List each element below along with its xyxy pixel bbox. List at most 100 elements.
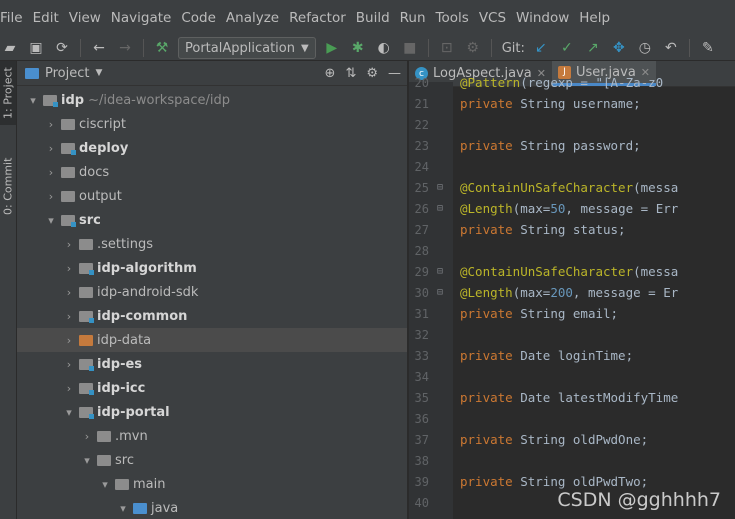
- menu-build[interactable]: Build: [351, 10, 395, 26]
- menu-file[interactable]: File: [0, 10, 28, 26]
- git-compare-icon[interactable]: ✥: [609, 38, 629, 58]
- menu-help[interactable]: Help: [574, 10, 615, 26]
- chevron-right-icon[interactable]: ›: [79, 430, 95, 443]
- rollback-icon[interactable]: ↶: [661, 38, 681, 58]
- menu-analyze[interactable]: Analyze: [221, 10, 284, 26]
- code-line[interactable]: 24: [409, 156, 735, 177]
- code-line[interactable]: 27 private String status;: [409, 219, 735, 240]
- code-line[interactable]: 29 ⊟ @ContainUnSafeCharacter(messa: [409, 261, 735, 282]
- git-commit-icon[interactable]: ✓: [557, 38, 577, 58]
- code-line[interactable]: 28: [409, 240, 735, 261]
- tab-commit-tool[interactable]: 0: Commit: [0, 149, 16, 223]
- tree-node-idp-es[interactable]: › idp-es: [17, 352, 407, 376]
- menu-code[interactable]: Code: [176, 10, 221, 26]
- open-folder-icon[interactable]: ▰: [0, 38, 20, 58]
- menu-refactor[interactable]: Refactor: [284, 10, 351, 26]
- build-hammer-icon[interactable]: ⚒: [152, 38, 172, 58]
- menu-window[interactable]: Window: [511, 10, 574, 26]
- run-icon[interactable]: ▶: [322, 38, 342, 58]
- stop-icon[interactable]: ■: [400, 38, 420, 58]
- code-line[interactable]: 38: [409, 450, 735, 471]
- tree-node-idp[interactable]: ▾ idp ~/idea-workspace/idp: [17, 88, 407, 112]
- chevron-right-icon[interactable]: ›: [61, 358, 77, 371]
- chevron-down-icon[interactable]: ▾: [43, 214, 59, 227]
- tree-node-ciscript[interactable]: › ciscript: [17, 112, 407, 136]
- chevron-right-icon[interactable]: ›: [43, 166, 59, 179]
- chevron-right-icon[interactable]: ›: [61, 286, 77, 299]
- tree-node-idp-portal[interactable]: ▾ idp-portal: [17, 400, 407, 424]
- collapse-all-icon[interactable]: ⇅: [345, 66, 356, 81]
- chevron-down-icon[interactable]: ▾: [25, 94, 41, 107]
- folder-icon: [97, 430, 111, 442]
- locate-icon[interactable]: ⊕: [325, 66, 336, 81]
- chevron-down-icon[interactable]: ▾: [61, 406, 77, 419]
- tree-node-idp-algorithm[interactable]: › idp-algorithm: [17, 256, 407, 280]
- code-line[interactable]: 22: [409, 114, 735, 135]
- chevron-right-icon[interactable]: ›: [43, 142, 59, 155]
- tree-node-java[interactable]: ▾ java: [17, 496, 407, 519]
- tree-node-main[interactable]: ▾ main: [17, 472, 407, 496]
- run-configuration-select[interactable]: PortalApplication ▼: [178, 37, 316, 59]
- project-view-title[interactable]: Project: [45, 66, 89, 81]
- tree-node-deploy[interactable]: › deploy: [17, 136, 407, 160]
- back-arrow-icon[interactable]: ←: [89, 38, 109, 58]
- tree-node-idp-icc[interactable]: › idp-icc: [17, 376, 407, 400]
- code-line[interactable]: 30 ⊟ @Length(max=200, message = Er: [409, 282, 735, 303]
- menu-navigate[interactable]: Navigate: [106, 10, 177, 26]
- tree-node-portal-src[interactable]: ▾ src: [17, 448, 407, 472]
- code-line[interactable]: 21 private String username;: [409, 93, 735, 114]
- tree-node-mvn[interactable]: › .mvn: [17, 424, 407, 448]
- code-line[interactable]: 34: [409, 366, 735, 387]
- settings-wrench-icon[interactable]: ✎: [698, 38, 718, 58]
- git-push-icon[interactable]: ↗: [583, 38, 603, 58]
- code-line[interactable]: 23 private String password;: [409, 135, 735, 156]
- menu-view[interactable]: View: [64, 10, 106, 26]
- forward-arrow-icon[interactable]: →: [115, 38, 135, 58]
- code-area[interactable]: 20 @Pattern(regexp = "[A-Za-z0 21 private S…: [409, 75, 735, 519]
- tree-node-output[interactable]: › output: [17, 184, 407, 208]
- menu-vcs[interactable]: VCS: [474, 10, 511, 26]
- tree-node-src[interactable]: ▾ src: [17, 208, 407, 232]
- code-text: @ContainUnSafeCharacter(messa: [460, 180, 679, 195]
- code-line[interactable]: 31 private String email;: [409, 303, 735, 324]
- git-update-icon[interactable]: ↙: [531, 38, 551, 58]
- code-line[interactable]: 26 ⊟ @Length(max=50, message = Err: [409, 198, 735, 219]
- code-line[interactable]: 20 @Pattern(regexp = "[A-Za-z0: [409, 72, 735, 93]
- tree-node-idp-android-sdk[interactable]: › idp-android-sdk: [17, 280, 407, 304]
- chevron-right-icon[interactable]: ›: [61, 262, 77, 275]
- code-line[interactable]: 36: [409, 408, 735, 429]
- gear-icon[interactable]: ⚙: [366, 66, 378, 81]
- chevron-right-icon[interactable]: ›: [61, 382, 77, 395]
- save-icon[interactable]: ▣: [26, 38, 46, 58]
- sync-icon[interactable]: ⟳: [52, 38, 72, 58]
- debug-icon[interactable]: ✱: [348, 38, 368, 58]
- coverage-icon[interactable]: ◐: [374, 38, 394, 58]
- chevron-down-icon[interactable]: ▼: [95, 68, 102, 78]
- menu-edit[interactable]: Edit: [28, 10, 64, 26]
- tree-node-settings[interactable]: › .settings: [17, 232, 407, 256]
- tree-node-idp-common[interactable]: › idp-common: [17, 304, 407, 328]
- chevron-right-icon[interactable]: ›: [61, 238, 77, 251]
- gear-run-icon[interactable]: ⚙: [463, 38, 483, 58]
- menu-tools[interactable]: Tools: [431, 10, 474, 26]
- tree-node-label: deploy: [79, 140, 129, 156]
- chevron-right-icon[interactable]: ›: [61, 334, 77, 347]
- chevron-down-icon[interactable]: ▾: [115, 502, 131, 515]
- code-line[interactable]: 37 private String oldPwdOne;: [409, 429, 735, 450]
- tree-node-idp-data[interactable]: › idp-data: [17, 328, 407, 352]
- chevron-right-icon[interactable]: ›: [61, 310, 77, 323]
- hide-icon[interactable]: —: [388, 66, 401, 81]
- code-line[interactable]: 35 private Date latestModifyTime: [409, 387, 735, 408]
- menu-run[interactable]: Run: [395, 10, 431, 26]
- code-line[interactable]: 33 private Date loginTime;: [409, 345, 735, 366]
- history-icon[interactable]: ◷: [635, 38, 655, 58]
- chevron-right-icon[interactable]: ›: [43, 190, 59, 203]
- tree-node-docs[interactable]: › docs: [17, 160, 407, 184]
- tab-project-tool[interactable]: 1: Project: [0, 61, 16, 125]
- attach-icon[interactable]: ⊡: [437, 38, 457, 58]
- chevron-down-icon[interactable]: ▾: [79, 454, 95, 467]
- chevron-right-icon[interactable]: ›: [43, 118, 59, 131]
- code-line[interactable]: 25 ⊟ @ContainUnSafeCharacter(messa: [409, 177, 735, 198]
- chevron-down-icon[interactable]: ▾: [97, 478, 113, 491]
- code-line[interactable]: 32: [409, 324, 735, 345]
